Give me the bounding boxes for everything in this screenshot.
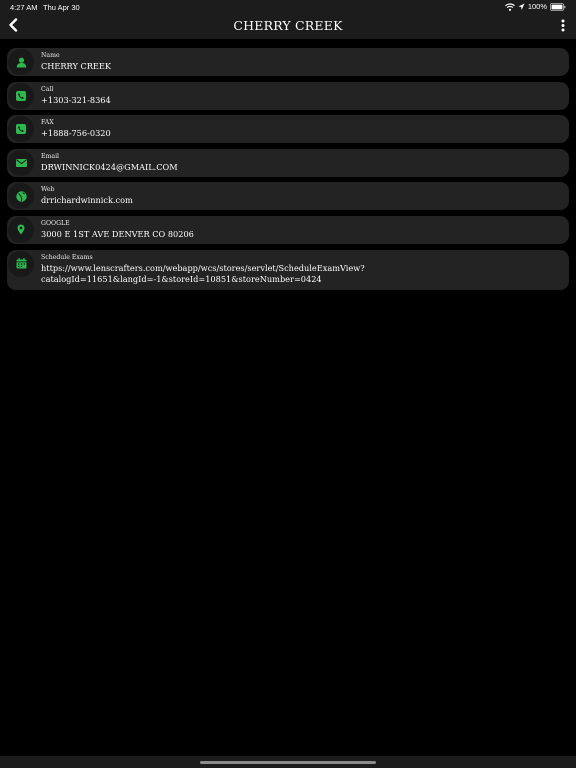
- name-value: CHERRY CREEK: [41, 61, 111, 71]
- name-row[interactable]: Name CHERRY CREEK: [7, 48, 569, 76]
- more-options-button[interactable]: [556, 17, 570, 35]
- fax-label: FAX: [41, 119, 54, 127]
- schedule-exams-label: Schedule Exams: [41, 253, 93, 261]
- status-date: Thu Apr 30: [43, 3, 80, 12]
- globe-icon: [8, 183, 34, 210]
- name-label: Name: [41, 52, 60, 59]
- call-label: Call: [41, 85, 54, 93]
- web-label: Web: [41, 186, 55, 194]
- wifi-icon: [504, 2, 515, 11]
- schedule-exams-url-line-2: catalogId=11651&langId=-1&storeId=10851&…: [41, 274, 322, 285]
- phone-icon: [8, 82, 34, 109]
- person-icon: [8, 49, 34, 75]
- schedule-exams-row[interactable]: Schedule Exams https://www.lenscrafters.…: [7, 249, 569, 290]
- email-value: DRWINNICK0424@GMAIL.COM: [41, 161, 178, 172]
- schedule-exams-value: https://www.lenscrafters.com/webapp/wcs/…: [41, 263, 561, 286]
- google-label: GOOGLE: [41, 219, 70, 227]
- navigation-bar: CHERRY CREEK: [0, 14, 576, 39]
- email-label: Email: [41, 152, 60, 160]
- schedule-exams-url-line-1: https://www.lenscrafters.com/webapp/wcs/…: [41, 262, 365, 273]
- home-indicator[interactable]: [200, 761, 376, 764]
- calendar-icon: [8, 250, 34, 277]
- status-time: 4:27 AM: [10, 3, 38, 12]
- web-value: drrichardwinnick.com: [41, 195, 133, 206]
- fax-value: +1888-756-0320: [41, 128, 111, 139]
- fax-row[interactable]: FAX +1888-756-0320: [7, 115, 569, 144]
- map-pin-icon: [8, 216, 34, 243]
- page-title: CHERRY CREEK: [233, 18, 343, 33]
- status-bar: 4:27 AM Thu Apr 30 100%: [0, 0, 576, 14]
- google-value: 3000 E 1ST AVE DENVER CO 80206: [41, 228, 194, 239]
- call-row[interactable]: Call +1303-321-8364: [7, 81, 569, 110]
- battery-icon: [550, 2, 566, 11]
- google-row[interactable]: GOOGLE 3000 E 1ST AVE DENVER CO 80206: [7, 215, 569, 244]
- battery-percentage: 100%: [527, 2, 547, 11]
- phone-icon: [8, 116, 34, 143]
- bottom-bar: [0, 756, 576, 768]
- status-indicators: 100%: [504, 2, 566, 11]
- call-value: +1303-321-8364: [41, 94, 111, 105]
- contact-detail-list: Name CHERRY CREEK Call +1303-321-8364 FA…: [7, 48, 569, 295]
- mail-icon: [8, 149, 34, 176]
- location-icon: [518, 3, 525, 11]
- email-row[interactable]: Email DRWINNICK0424@GMAIL.COM: [7, 148, 569, 177]
- more-vertical-icon: [561, 17, 565, 36]
- web-row[interactable]: Web drrichardwinnick.com: [7, 182, 569, 211]
